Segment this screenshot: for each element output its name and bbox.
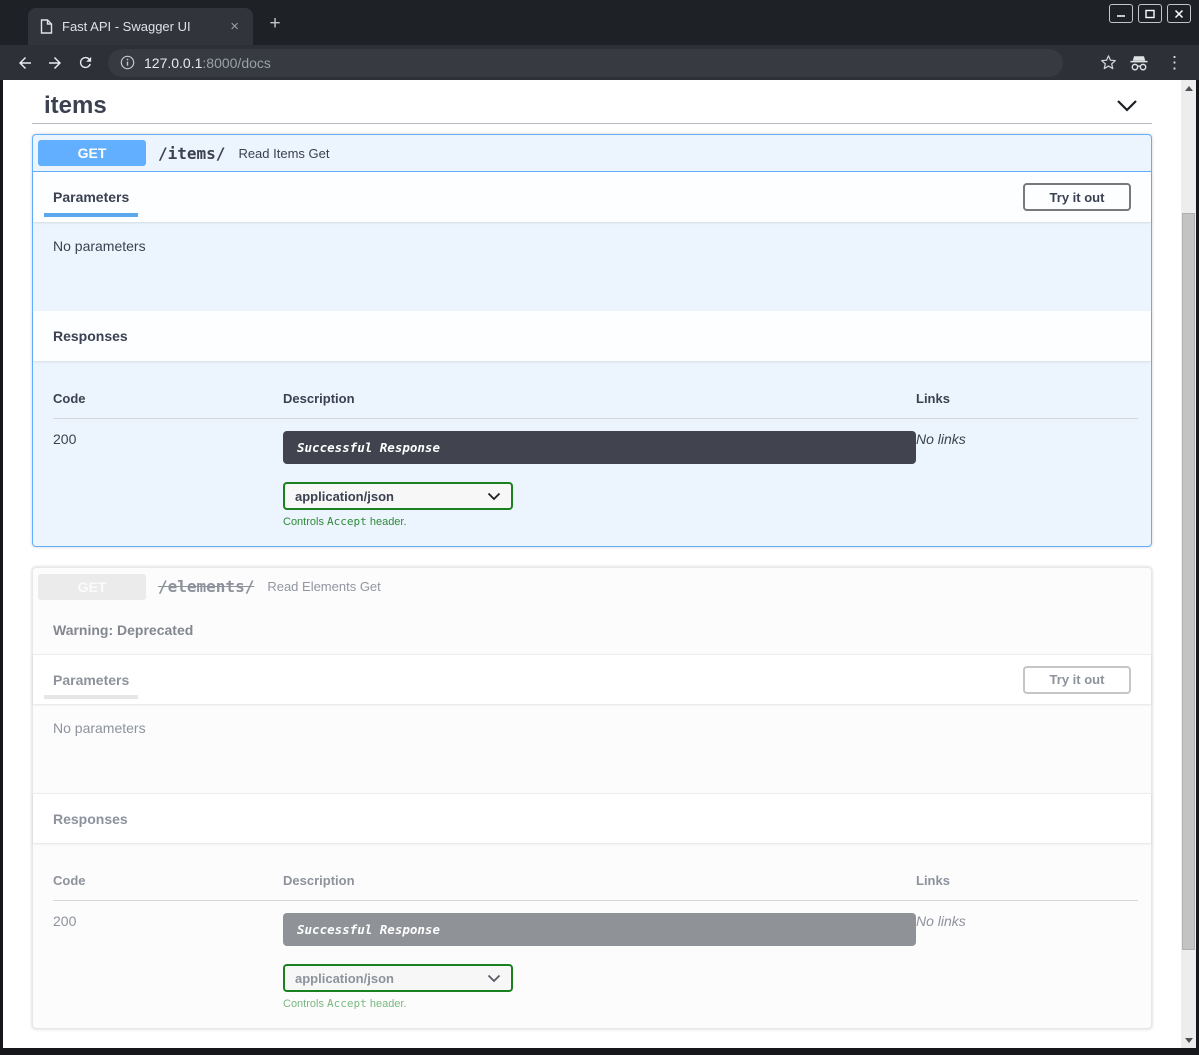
back-button[interactable] (10, 49, 40, 77)
opblock-get-items: GET /items/ Read Items Get Parameters Tr… (32, 134, 1152, 547)
close-button[interactable] (1167, 4, 1191, 23)
column-code: Code (53, 375, 283, 419)
scroll-up-button[interactable] (1181, 80, 1196, 96)
forward-button[interactable] (40, 49, 70, 77)
endpoint-summary: Read Elements Get (267, 579, 380, 594)
window-controls (1109, 4, 1191, 23)
media-type-value: application/json (295, 971, 394, 986)
swagger-page: items GET /items/ Read Items Get Paramet… (3, 80, 1181, 1048)
titlebar: Fast API - Swagger UI × + (0, 0, 1199, 45)
tab-parameters[interactable]: Parameters (44, 655, 138, 704)
endpoint-path: /items/ (158, 144, 225, 163)
browser-toolbar: 127.0.0.1:8000/docs ⋮ (0, 45, 1199, 80)
parameters-content: No parameters (33, 704, 1151, 793)
media-type-select[interactable]: application/json (283, 964, 513, 992)
no-parameters-text: No parameters (53, 238, 146, 254)
column-links: Links (916, 375, 1138, 419)
responses-title: Responses (44, 811, 128, 827)
scrollbar-thumb[interactable] (1182, 213, 1195, 950)
accept-header-note: Controls Accept header. (283, 515, 916, 528)
media-type-select[interactable]: application/json (283, 482, 513, 510)
accept-code: Accept (327, 997, 367, 1010)
responses-title: Responses (44, 328, 128, 344)
responses-header: Responses (33, 793, 1151, 843)
url-host: 127.0.0.1 (144, 55, 202, 71)
forward-icon (46, 54, 64, 72)
response-code: 200 (53, 901, 283, 1010)
responses-header: Responses (33, 311, 1151, 361)
refresh-icon (77, 54, 94, 71)
section-title: items (44, 92, 107, 120)
vertical-scrollbar[interactable] (1181, 80, 1196, 1048)
page-icon (40, 19, 53, 34)
incognito-icon (1128, 54, 1150, 72)
url-suffix: :8000/docs (202, 55, 271, 71)
opblock-summary[interactable]: GET /items/ Read Items Get (33, 135, 1151, 172)
column-links: Links (916, 857, 1138, 901)
column-code: Code (53, 857, 283, 901)
response-description-cell: Successful Response application/json Con… (283, 419, 916, 528)
maximize-icon (1145, 9, 1155, 19)
tab-close-icon[interactable]: × (226, 17, 243, 36)
toolbar-right: ⋮ (1099, 53, 1189, 72)
minimize-icon (1116, 9, 1126, 19)
try-it-out-button[interactable]: Try it out (1023, 666, 1131, 694)
select-chevron-icon (487, 974, 501, 983)
scroll-up-icon (1185, 86, 1193, 91)
maximize-button[interactable] (1138, 4, 1162, 23)
minimize-button[interactable] (1109, 4, 1133, 23)
responses-table: Code Description Links 200 Successful Re… (53, 375, 1131, 528)
method-badge: GET (38, 140, 146, 166)
deprecated-warning: Warning: Deprecated (33, 605, 1151, 654)
no-parameters-text: No parameters (53, 720, 146, 736)
section-divider (32, 123, 1152, 124)
tab-parameters[interactable]: Parameters (44, 172, 138, 222)
response-description-box: Successful Response (283, 431, 916, 464)
site-info-icon (120, 55, 135, 70)
refresh-button[interactable] (70, 49, 100, 77)
browser-window: Fast API - Swagger UI × + (0, 0, 1199, 1055)
scroll-down-button[interactable] (1181, 1032, 1196, 1048)
column-description: Description (283, 375, 916, 419)
response-links: No links (916, 419, 1138, 528)
responses-table: Code Description Links 200 Successful Re… (53, 857, 1131, 1010)
url-bar[interactable]: 127.0.0.1:8000/docs (108, 49, 1063, 77)
response-code: 200 (53, 419, 283, 528)
parameters-content: No parameters (33, 222, 1151, 311)
endpoint-summary: Read Items Get (238, 146, 329, 161)
opblock-get-elements-deprecated: GET /elements/ Read Elements Get Warning… (32, 567, 1152, 1029)
select-chevron-icon (487, 492, 501, 501)
bookmark-star-icon[interactable] (1099, 53, 1118, 72)
response-description-box: Successful Response (283, 913, 916, 946)
media-type-value: application/json (295, 489, 394, 504)
responses-content: Code Description Links 200 Successful Re… (33, 361, 1151, 546)
page-content: items GET /items/ Read Items Get Paramet… (0, 80, 1199, 1055)
opblock-summary[interactable]: GET /elements/ Read Elements Get (33, 568, 1151, 605)
accept-code: Accept (327, 515, 367, 528)
chevron-down-icon[interactable] (1116, 99, 1138, 113)
close-icon (1174, 9, 1184, 19)
endpoint-path: /elements/ (158, 577, 254, 596)
url-text: 127.0.0.1:8000/docs (144, 55, 271, 71)
column-description: Description (283, 857, 916, 901)
response-description-cell: Successful Response application/json Con… (283, 901, 916, 1010)
responses-content: Code Description Links 200 Successful Re… (33, 843, 1151, 1028)
back-icon (16, 54, 34, 72)
scroll-down-icon (1185, 1038, 1193, 1043)
new-tab-button[interactable]: + (262, 12, 288, 38)
parameters-header: Parameters Try it out (33, 172, 1151, 222)
response-links: No links (916, 901, 1138, 1010)
accept-header-note: Controls Accept header. (283, 997, 916, 1010)
tag-section-header[interactable]: items (32, 80, 1152, 122)
method-badge: GET (38, 574, 146, 600)
parameters-header: Parameters Try it out (33, 654, 1151, 704)
menu-button[interactable]: ⋮ (1160, 54, 1189, 71)
tab-title: Fast API - Swagger UI (62, 19, 226, 34)
browser-tab[interactable]: Fast API - Swagger UI × (28, 8, 253, 45)
try-it-out-button[interactable]: Try it out (1023, 183, 1131, 211)
